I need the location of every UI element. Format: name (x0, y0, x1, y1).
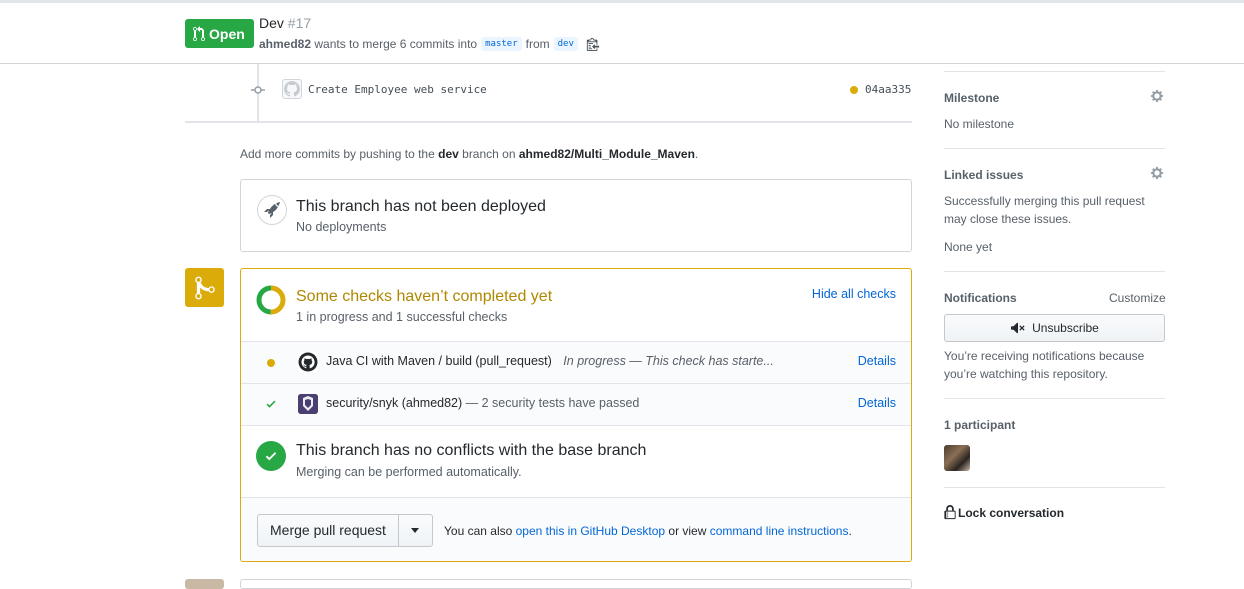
more-commits-branch: dev (438, 147, 459, 161)
unsubscribe-label: Unsubscribe (1032, 321, 1099, 335)
participants-heading: 1 participant (944, 418, 1016, 432)
deployments-title: This branch has not been deployed (296, 198, 546, 215)
base-branch-label[interactable]: master (481, 37, 522, 51)
commit-sha[interactable]: 04aa335 (865, 83, 911, 96)
github-actions-icon (298, 352, 318, 372)
hide-all-checks-link[interactable]: Hide all checks (812, 287, 896, 301)
git-pull-request-icon (193, 25, 205, 41)
commit-author-avatar[interactable] (282, 79, 302, 99)
linked-issues-gear-icon[interactable] (1150, 166, 1164, 180)
unsubscribe-button[interactable]: Unsubscribe (944, 314, 1165, 342)
milestone-gear-icon[interactable] (1150, 89, 1164, 103)
pr-state-label: Open (209, 25, 245, 42)
pr-state-badge: Open (185, 19, 254, 48)
sidebar-divider (944, 148, 1165, 149)
pr-header: Open Dev #17 ahmed82 wants to merge 6 co… (0, 0, 1244, 64)
next-comment-avatar (185, 579, 224, 589)
check-row: Java CI with Maven / build (pull_request… (241, 342, 911, 384)
deployments-subtitle: No deployments (296, 220, 387, 234)
merge-box: Some checks haven’t completed yet 1 in p… (240, 268, 912, 562)
commit-status-pending-icon[interactable] (850, 86, 858, 94)
more-commits-prefix: Add more commits by pushing to the (240, 147, 435, 161)
deployments-box: This branch has not been deployed No dep… (240, 179, 912, 252)
git-merge-icon (185, 268, 224, 307)
participant-avatar[interactable] (944, 445, 970, 471)
pr-title-text: Dev (259, 15, 284, 31)
milestone-heading[interactable]: Milestone (944, 91, 999, 105)
more-commits-hint: Add more commits by pushing to the dev b… (240, 147, 698, 161)
timeline-end-divider (185, 121, 912, 123)
sidebar-divider (944, 71, 1165, 72)
rocket-icon (257, 195, 287, 225)
commit-message[interactable]: Create Employee web service (308, 83, 487, 96)
linked-issues-heading[interactable]: Linked issues (944, 168, 1023, 182)
check-details-link[interactable]: Details (858, 396, 896, 410)
check-description: — 2 security tests have passed (465, 396, 640, 410)
git-commit-icon (251, 86, 265, 94)
check-title: Java CI with Maven / build (pull_request… (326, 354, 552, 368)
merge-pull-request-button[interactable]: Merge pull request (258, 515, 399, 546)
pr-merge-info: ahmed82 wants to merge 6 commits into ma… (259, 37, 600, 51)
merge-button-group: Merge pull request (257, 514, 433, 547)
note-suffix: . (848, 524, 852, 538)
clipboard-icon[interactable] (586, 37, 600, 51)
pending-dot-icon (267, 359, 275, 367)
more-commits-middle: branch on (462, 147, 516, 161)
head-branch-label[interactable]: dev (553, 37, 578, 51)
command-line-instructions-link[interactable]: command line instructions (710, 524, 849, 538)
notifications-heading: Notifications (944, 291, 1017, 305)
lock-conversation-label: Lock conversation (958, 505, 1065, 520)
checks-subtitle: 1 in progress and 1 successful checks (296, 310, 508, 324)
pr-title: Dev #17 (259, 15, 311, 31)
lock-conversation-link[interactable]: Lock conversation (944, 505, 1064, 520)
merge-footer: Merge pull request You can also open thi… (241, 497, 911, 561)
from-text: from (525, 37, 550, 51)
checks-progress-ring-icon (256, 285, 286, 315)
github-mark-icon (284, 81, 300, 97)
next-comment-box (240, 579, 912, 589)
check-name: security/snyk (ahmed82) — 2 security tes… (326, 396, 639, 410)
notifications-description: You’re receiving notifications because y… (944, 349, 1145, 381)
note-prefix: You can also (444, 524, 513, 538)
checks-title: Some checks haven’t completed yet (296, 288, 553, 305)
check-mark-icon (266, 400, 276, 408)
snyk-icon (298, 394, 318, 414)
open-github-desktop-link[interactable]: open this in GitHub Desktop (516, 524, 665, 538)
more-commits-repo: ahmed82/Multi_Module_Maven (518, 147, 695, 161)
check-details-link[interactable]: Details (858, 354, 896, 368)
check-row: security/snyk (ahmed82) — 2 security tes… (241, 384, 911, 426)
triangle-down-icon (411, 528, 420, 533)
sidebar-divider (944, 398, 1165, 399)
merge-text: wants to merge 6 commits into (314, 37, 478, 51)
check-title: security/snyk (ahmed82) (326, 396, 463, 410)
customize-notifications-link[interactable]: Customize (1109, 291, 1166, 305)
linked-issues-description: Successfully merging this pull request m… (944, 194, 1145, 226)
more-commits-suffix: . (694, 147, 699, 161)
check-description: In progress — This check has starte... (563, 354, 774, 368)
no-conflicts-title: This branch has no conflicts with the ba… (296, 442, 647, 459)
note-middle: or view (668, 524, 707, 538)
lock-icon (944, 505, 956, 520)
pr-number: #17 (287, 15, 312, 31)
linked-issues-value: None yet (944, 240, 993, 254)
merge-alternatives-note: You can also open this in GitHub Desktop… (444, 524, 852, 538)
sidebar-divider (944, 271, 1165, 272)
check-circle-icon (256, 441, 286, 471)
check-name: Java CI with Maven / build (pull_request… (326, 354, 774, 368)
milestone-value: No milestone (944, 117, 1015, 131)
checks-summary: Some checks haven’t completed yet 1 in p… (241, 269, 911, 342)
mute-icon (1011, 322, 1025, 334)
sidebar-divider (944, 487, 1165, 488)
merge-method-dropdown[interactable] (399, 515, 432, 546)
no-conflicts-subtitle: Merging can be performed automatically. (296, 465, 522, 479)
pr-author[interactable]: ahmed82 (259, 37, 311, 51)
